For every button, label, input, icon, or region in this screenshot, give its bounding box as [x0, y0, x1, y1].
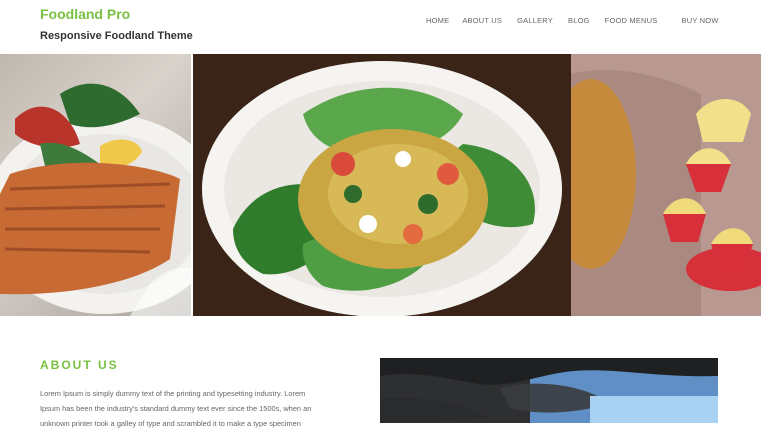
nav-buy-now[interactable]: BUY NOW — [682, 16, 719, 25]
cupcakes-illustration — [571, 54, 761, 316]
salad-plate-illustration — [193, 54, 571, 316]
salad-plate-image — [193, 54, 571, 316]
nav-gallery[interactable]: GALLERY — [517, 16, 553, 25]
nav-blog[interactable]: BLOG — [568, 16, 590, 25]
hero-banner — [0, 54, 761, 316]
about-line: Lorem Ipsum is simply dummy text of the … — [40, 389, 306, 398]
nav-home[interactable]: HOME — [426, 16, 449, 25]
about-paragraph: Lorem Ipsum is simply dummy text of the … — [40, 386, 358, 431]
tree-sky-illustration — [380, 358, 718, 423]
about-side-image — [380, 358, 718, 423]
site-title[interactable]: Foodland Pro — [40, 6, 193, 22]
salmon-plate-illustration — [0, 83, 191, 316]
about-line: unknown printer took a galley of type an… — [40, 419, 301, 428]
site-header: Foodland Pro Responsive Foodland Theme H… — [0, 0, 761, 54]
brand-block[interactable]: Foodland Pro Responsive Foodland Theme — [40, 6, 193, 42]
about-line: Ipsum has been the industry's standard d… — [40, 404, 312, 413]
nav-about-us[interactable]: ABOUT US — [462, 16, 502, 25]
site-tagline: Responsive Foodland Theme — [40, 30, 193, 42]
cupcakes-image — [571, 54, 761, 316]
salmon-plate-image — [0, 54, 191, 316]
nav-food-menus[interactable]: FOOD MENUS — [605, 16, 658, 25]
main-nav: HOME ABOUT US GALLERY BLOG FOOD MENUS BU… — [426, 16, 719, 25]
about-heading: ABOUT US — [40, 358, 119, 372]
